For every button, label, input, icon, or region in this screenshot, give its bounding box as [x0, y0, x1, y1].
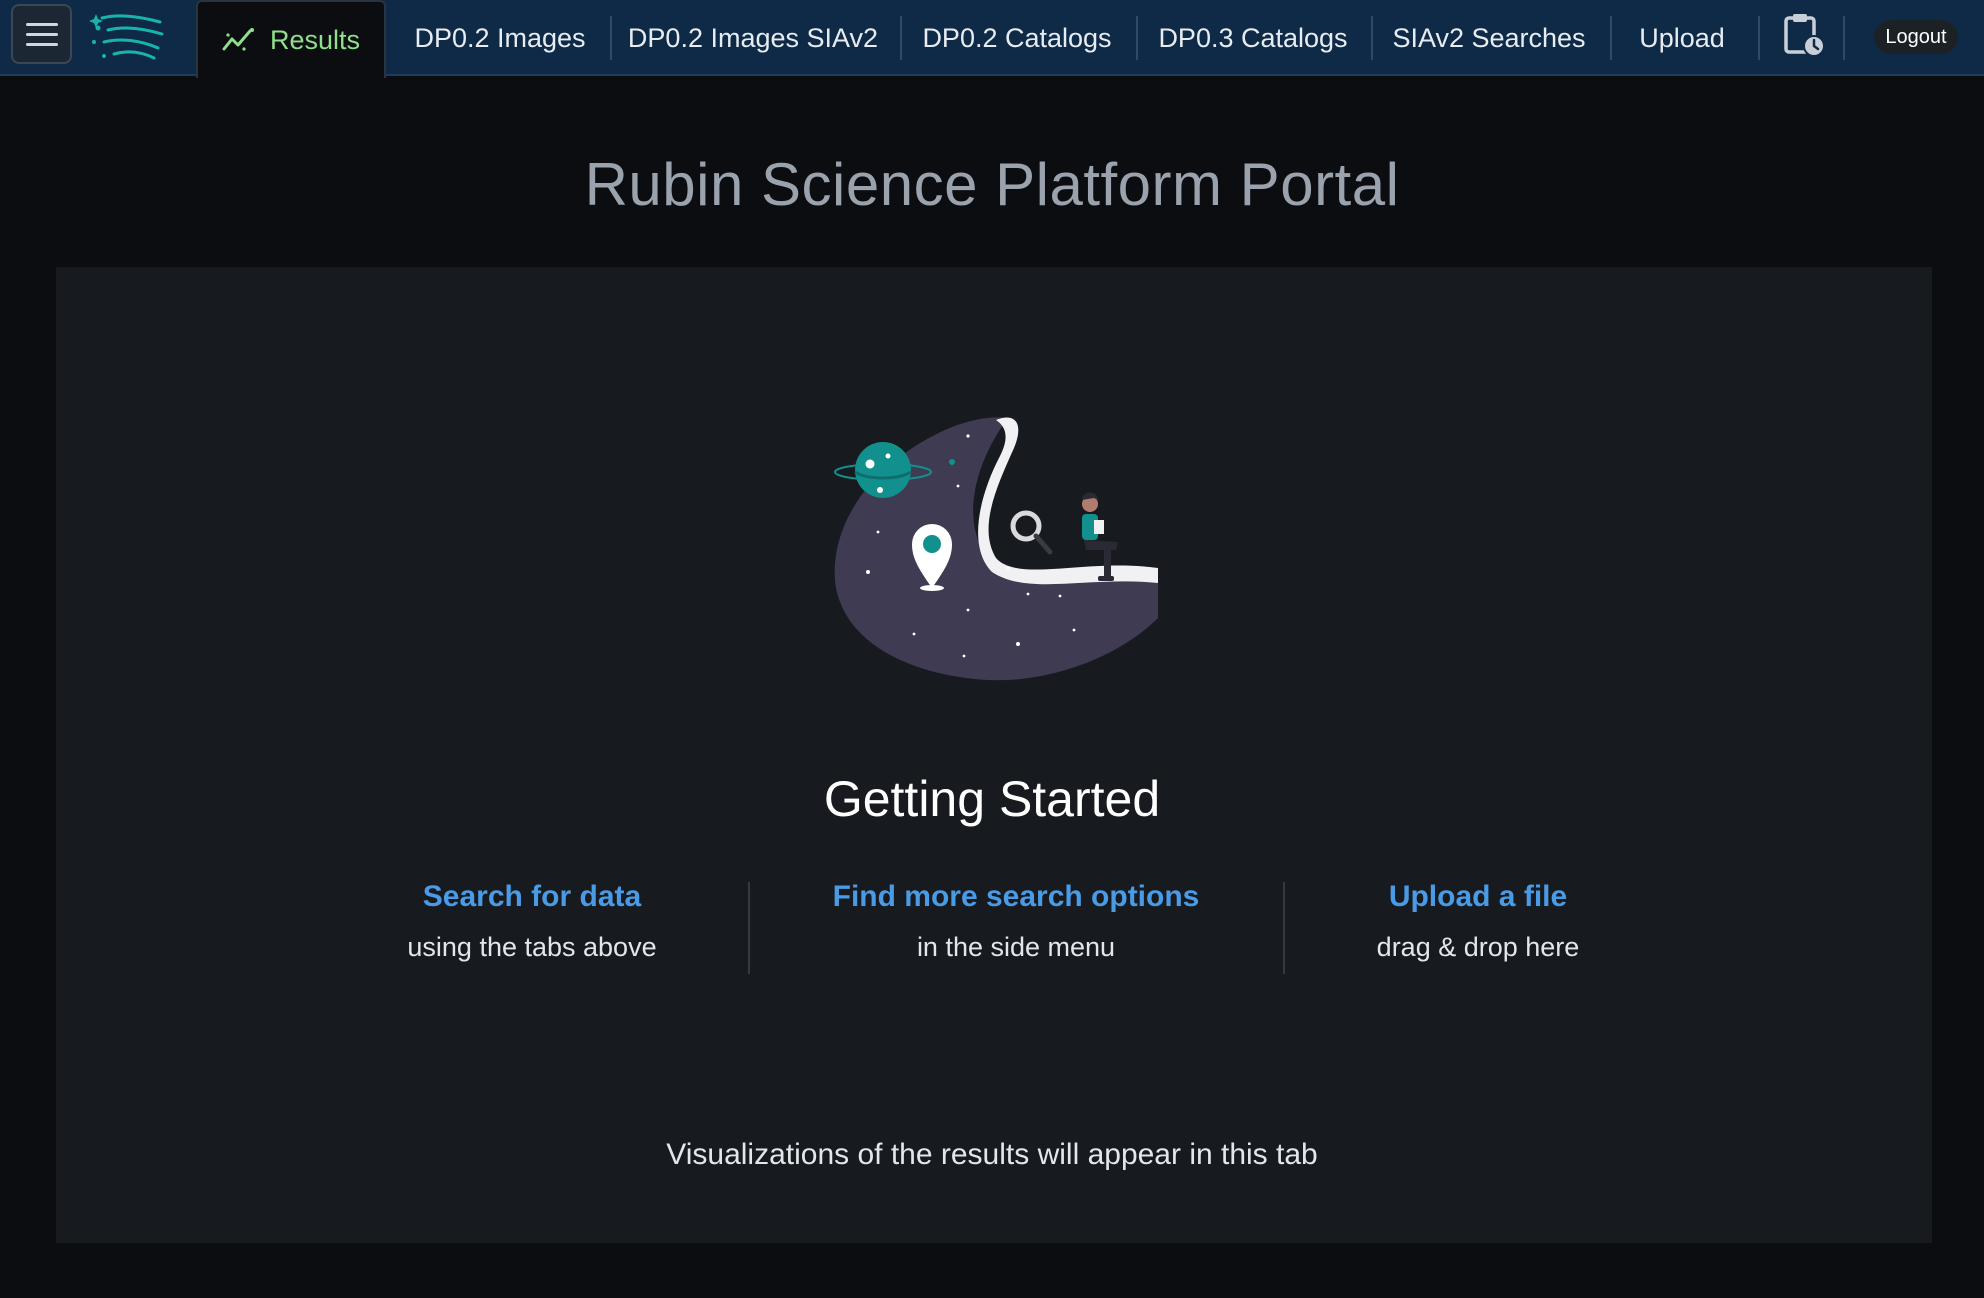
tab-results-label: Results: [269, 24, 361, 55]
space-explorer-illustration: [834, 417, 1158, 681]
tab-label: DP0.2 Images: [414, 22, 586, 53]
upload-a-file-link[interactable]: Upload a file: [1389, 880, 1567, 914]
tab-results[interactable]: Results: [196, 0, 386, 78]
clipboard-clock-icon[interactable]: [1782, 12, 1826, 58]
tab-divider: [900, 16, 902, 60]
search-for-data-link[interactable]: Search for data: [423, 880, 641, 914]
tab-label: DP0.3 Catalogs: [1158, 22, 1348, 53]
option-subtext: drag & drop here: [1376, 932, 1580, 962]
option-divider: [748, 882, 750, 974]
chart-line-icon: [222, 28, 254, 51]
tab-dp02-images[interactable]: DP0.2 Images: [400, 0, 600, 76]
menu-line: [25, 42, 58, 46]
tab-siav2-searches[interactable]: SIAv2 Searches: [1384, 0, 1594, 76]
logout-button[interactable]: Logout: [1874, 20, 1958, 54]
page-title: Rubin Science Platform Portal: [584, 151, 1400, 218]
tab-divider: [1843, 16, 1845, 60]
getting-started-heading: Getting Started: [823, 771, 1161, 827]
option-upload-a-file: Upload a file drag & drop here: [1258, 880, 1698, 963]
option-find-more-search-options: Find more search options in the side men…: [796, 880, 1236, 963]
results-visualization-note: Visualizations of the results will appea…: [666, 1138, 1318, 1171]
rubin-logo-icon[interactable]: [88, 8, 168, 64]
find-more-search-options-link[interactable]: Find more search options: [833, 880, 1200, 914]
tab-dp02-images-siav2[interactable]: DP0.2 Images SIAv2: [620, 0, 886, 76]
top-navigation-bar: Results DP0.2 Images DP0.2 Images SIAv2 …: [0, 0, 1984, 78]
tab-divider: [1136, 16, 1138, 60]
tab-divider: [1610, 16, 1612, 60]
tab-divider: [610, 16, 612, 60]
tab-upload[interactable]: Upload: [1622, 0, 1742, 76]
tab-label: Upload: [1639, 22, 1725, 53]
tab-dp02-catalogs[interactable]: DP0.2 Catalogs: [912, 0, 1122, 76]
option-subtext: using the tabs above: [407, 932, 657, 962]
menu-line: [25, 32, 58, 36]
option-search-for-data: Search for data using the tabs above: [312, 880, 752, 963]
option-subtext: in the side menu: [916, 932, 1116, 962]
tab-label: DP0.2 Images SIAv2: [627, 22, 879, 53]
tab-divider: [1758, 16, 1760, 60]
hamburger-menu-button[interactable]: [11, 4, 72, 64]
tab-dp03-catalogs[interactable]: DP0.3 Catalogs: [1148, 0, 1358, 76]
tab-label: DP0.2 Catalogs: [922, 22, 1112, 53]
tab-divider: [1371, 16, 1373, 60]
tab-label: SIAv2 Searches: [1392, 22, 1586, 53]
menu-line: [25, 22, 58, 26]
